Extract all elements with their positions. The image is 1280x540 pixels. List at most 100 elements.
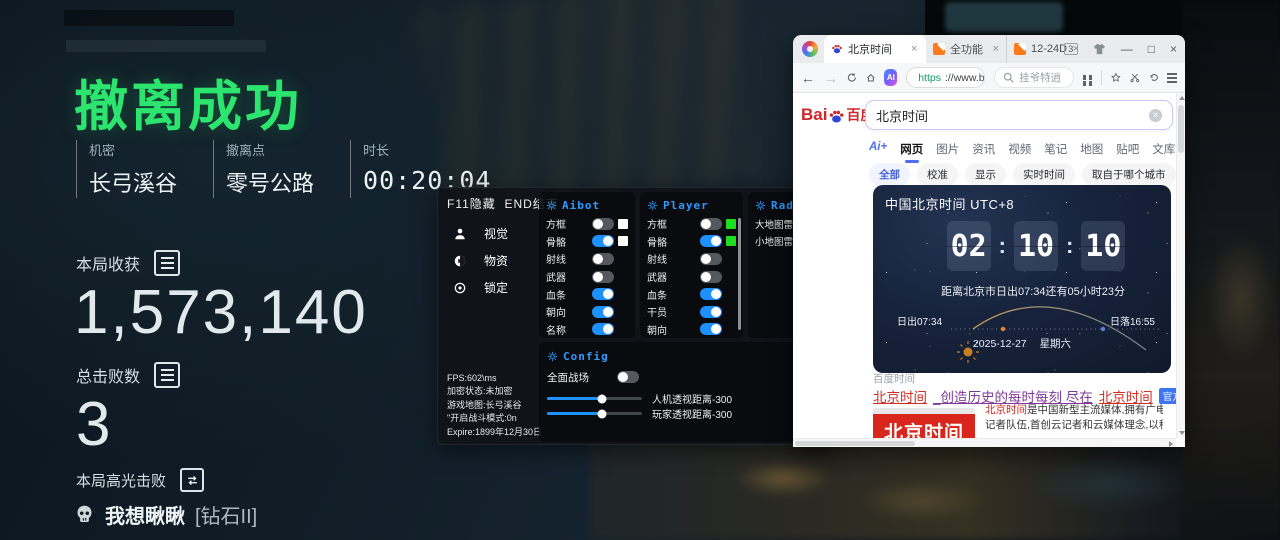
toggle-off[interactable]	[617, 371, 639, 383]
minimize-button[interactable]: —	[1121, 43, 1133, 55]
download-count-badge[interactable]: 3	[1064, 43, 1078, 55]
maximize-button[interactable]: □	[1148, 43, 1155, 55]
baidu-nav-item[interactable]: 地图	[1080, 141, 1103, 157]
highlight-switch-button[interactable]	[180, 468, 204, 492]
kills-detail-button[interactable]	[154, 362, 180, 388]
horizontal-scrollbar[interactable]	[793, 438, 1176, 447]
filter-chip[interactable]: 实时时间	[1013, 163, 1075, 186]
baidu-nav-item[interactable]: 图片	[936, 141, 959, 157]
color-swatch[interactable]	[726, 236, 736, 246]
baidu-nav-item[interactable]: 笔记	[1044, 141, 1067, 157]
cheat-nav-vision[interactable]: 视觉	[453, 220, 508, 247]
url-scheme: https	[918, 72, 941, 84]
close-tab-icon[interactable]: ×	[993, 43, 999, 55]
toggle-on[interactable]	[592, 306, 614, 318]
toolbar-search-input[interactable]: 挂爷特逍	[994, 67, 1073, 88]
baidu-nav-item[interactable]: 文库	[1152, 141, 1175, 157]
undo-history-icon[interactable]	[1149, 71, 1159, 84]
color-swatch[interactable]	[726, 219, 736, 229]
baidu-nav-item[interactable]: 网页	[900, 141, 923, 157]
baidu-nav-item[interactable]: Ai+	[869, 141, 887, 157]
apps-grid-icon[interactable]	[1083, 75, 1087, 80]
status-line: 加密状态:未加密	[447, 385, 542, 399]
panel-header: Aibot	[546, 197, 628, 213]
gear-icon	[647, 200, 658, 211]
config-title: Config	[563, 350, 609, 363]
highlight-player-rank: [钻石II]	[195, 500, 257, 529]
menu-icon[interactable]	[1167, 77, 1177, 79]
cheat-nav-aimlock[interactable]: 锁定	[453, 274, 508, 301]
cheat-row: 方框	[546, 215, 628, 233]
filter-chip[interactable]: 显示	[965, 163, 1006, 186]
screenshot-scissors-icon[interactable]	[1130, 71, 1140, 84]
reload-icon[interactable]	[847, 71, 857, 84]
cheat-row-label: 血条	[647, 287, 696, 302]
sun-arc-graphic	[873, 290, 1171, 373]
date-value: 2025-12-27	[973, 338, 1027, 350]
toggle-on[interactable]	[700, 306, 722, 318]
baidu-nav-item[interactable]: 资讯	[972, 141, 995, 157]
clock-minutes: 10	[1014, 221, 1058, 271]
browser-tab[interactable]: 全功能 ×	[926, 35, 1006, 63]
list-icon	[161, 374, 174, 376]
baidu-search-input[interactable]: 北京时间 ×	[865, 100, 1173, 130]
toggle-off[interactable]	[700, 218, 722, 230]
browser-tab[interactable]: 北京时间×	[824, 35, 926, 63]
scrollbar-thumb[interactable]	[795, 441, 915, 446]
toggle-on[interactable]	[592, 323, 614, 335]
results-caption: 百度时间	[873, 371, 915, 386]
cheat-panel-aibot: Aibot方框骨骼射线武器血条朝向名称	[539, 192, 635, 338]
toggle-off[interactable]	[592, 271, 614, 283]
toggle-on[interactable]	[700, 323, 722, 335]
forward-icon[interactable]: →	[824, 70, 838, 86]
toggle-off[interactable]	[700, 271, 722, 283]
ai-assistant-icon[interactable]: AI	[884, 69, 897, 86]
scrollbar-thumb[interactable]	[1178, 105, 1184, 153]
baidu-logo-bai: Bai	[801, 105, 827, 125]
swap-arrows-icon	[186, 474, 199, 487]
toggle-knob	[711, 307, 721, 317]
slider-track[interactable]	[547, 412, 642, 415]
cheat-nav-loot[interactable]: 物资	[453, 247, 508, 274]
filter-chip[interactable]: 取自于哪个城市	[1082, 163, 1176, 186]
cheat-row-label: 射线	[546, 251, 588, 266]
gear-icon	[547, 351, 558, 362]
toggle-on[interactable]	[592, 288, 614, 300]
clear-search-icon[interactable]: ×	[1149, 109, 1162, 122]
favorite-star-icon[interactable]	[1111, 71, 1121, 84]
address-bar[interactable]: https://www.baidu	[906, 67, 985, 88]
close-button[interactable]: ×	[1170, 43, 1177, 55]
home-icon[interactable]	[866, 71, 876, 84]
cheat-row-label: 血条	[546, 287, 588, 302]
gear-icon	[755, 200, 766, 211]
loot-label: 本局收获	[76, 251, 140, 275]
toggle-on[interactable]	[700, 288, 722, 300]
filter-chip[interactable]: 全部	[869, 163, 910, 186]
loot-detail-button[interactable]	[154, 250, 180, 276]
toggle-on[interactable]	[700, 235, 722, 247]
toggle-knob	[618, 372, 628, 382]
baidu-nav-item[interactable]: 贴吧	[1116, 141, 1139, 157]
baidu-nav-item[interactable]: 视频	[1008, 141, 1031, 157]
stat-label: 时长	[363, 140, 491, 159]
cheat-nav-label: 锁定	[484, 279, 508, 296]
stat-map: 机密 长弓溪谷	[76, 140, 177, 198]
slider-thumb[interactable]	[598, 394, 607, 403]
slider-track[interactable]	[547, 397, 642, 400]
tab-label: 全功能	[950, 41, 988, 57]
vertical-scrollbar[interactable]	[1176, 93, 1185, 438]
filter-chip[interactable]: 校准	[917, 163, 958, 186]
slider-thumb[interactable]	[598, 409, 607, 418]
back-icon[interactable]: ←	[801, 70, 815, 86]
color-swatch[interactable]	[618, 219, 628, 229]
browser-logo-icon[interactable]	[802, 41, 818, 57]
description-line: 是中国新型主流媒体,拥有广电级视频采集制作能力和记	[1027, 404, 1163, 416]
toggle-off[interactable]	[700, 253, 722, 265]
clock-separator: :	[999, 233, 1006, 259]
toggle-off[interactable]	[592, 253, 614, 265]
color-swatch[interactable]	[618, 236, 628, 246]
close-tab-icon[interactable]: ×	[911, 43, 917, 55]
toggle-off[interactable]	[592, 218, 614, 230]
toggle-on[interactable]	[592, 235, 614, 247]
theme-shirt-icon[interactable]	[1093, 43, 1106, 56]
